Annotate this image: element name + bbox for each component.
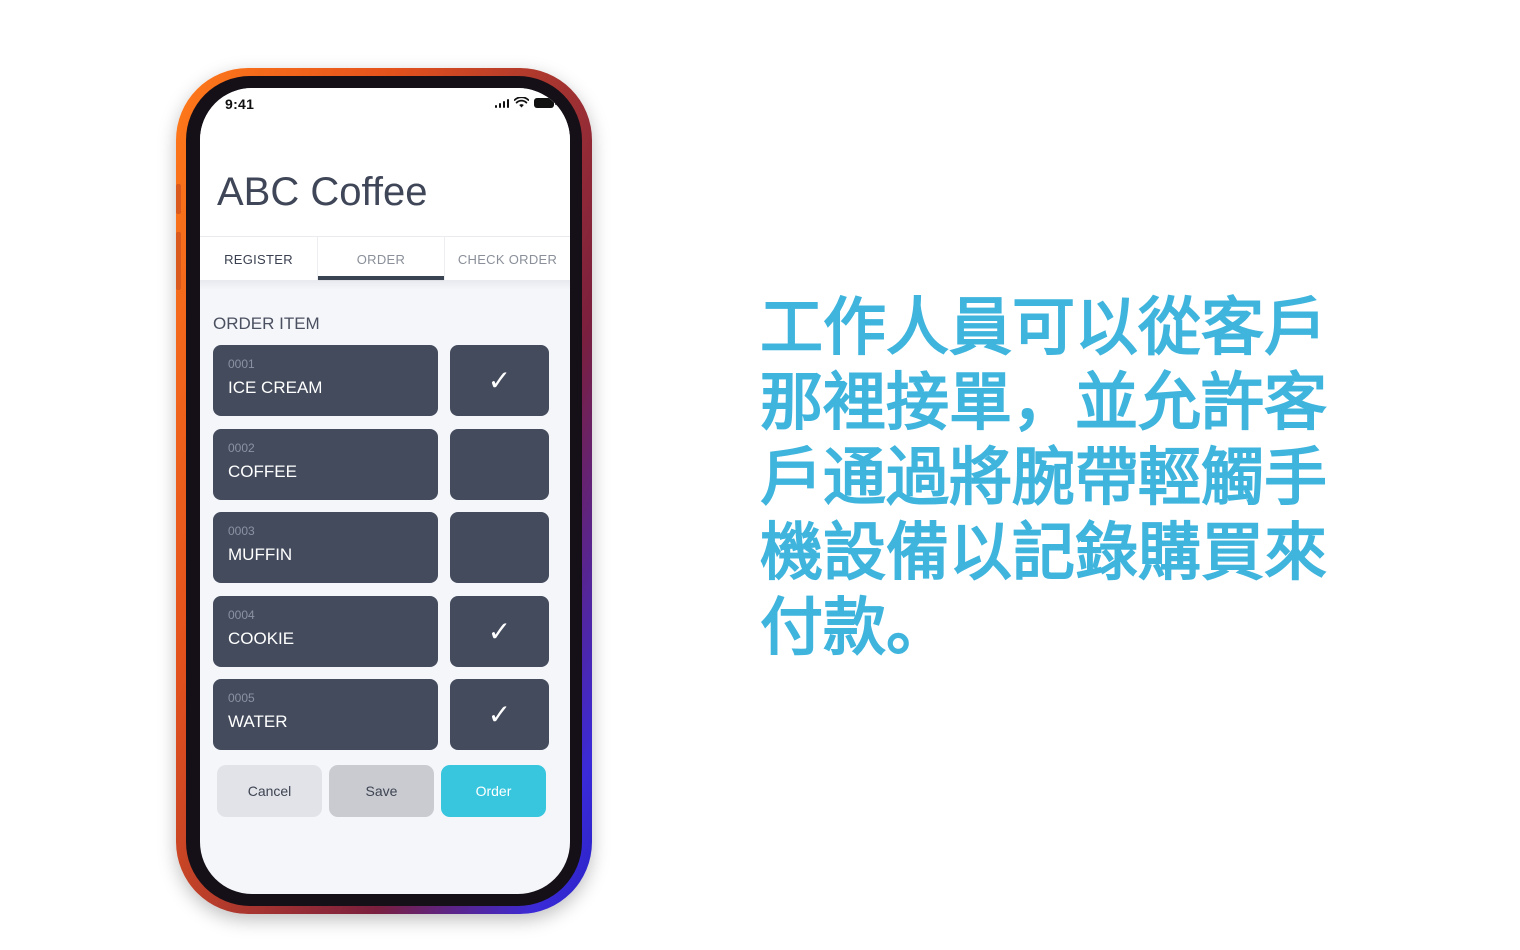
save-button[interactable]: Save — [329, 765, 434, 817]
item-code: 0002 — [228, 441, 255, 455]
item-code: 0001 — [228, 357, 255, 371]
item-name: WATER — [228, 712, 288, 731]
item-card[interactable]: 0001 ICE CREAM — [213, 345, 438, 416]
item-checkbox[interactable] — [450, 512, 549, 583]
phone-volume-button — [176, 232, 181, 290]
item-card[interactable]: 0005 WATER — [213, 679, 438, 750]
item-name: MUFFIN — [228, 545, 293, 564]
item-checkbox[interactable] — [450, 429, 549, 500]
item-name: COFFEE — [228, 462, 297, 481]
signal-icon — [494, 98, 509, 108]
item-card[interactable]: 0004 COOKIE — [213, 596, 438, 667]
item-code: 0004 — [228, 608, 255, 622]
item-checkbox[interactable]: ✓ — [450, 345, 549, 416]
item-card[interactable]: 0003 MUFFIN — [213, 512, 438, 583]
tab-register[interactable]: REGISTER — [200, 237, 318, 281]
item-name: COOKIE — [228, 629, 295, 648]
caption-text: 工作人員可以從客戶那裡接單，並允許客戶通過將腕帶輕觸手機設備以記錄購買來付款。 — [760, 291, 1327, 664]
order-button[interactable]: Order — [441, 765, 546, 817]
battery-icon — [534, 97, 557, 108]
list-item: 0001 ICE CREAM ✓ — [213, 345, 549, 416]
tab-bar-shadow — [200, 280, 570, 290]
item-card[interactable]: 0002 COFFEE — [213, 429, 438, 500]
section-label: ORDER ITEM — [213, 314, 320, 333]
item-checkbox[interactable]: ✓ — [450, 679, 549, 750]
tab-bar: REGISTER ORDER CHECK ORDER — [200, 236, 570, 281]
item-code: 0005 — [228, 691, 255, 705]
item-name: ICE CREAM — [228, 378, 323, 397]
status-icons — [494, 97, 557, 108]
phone-side-button — [176, 184, 181, 214]
list-item: 0003 MUFFIN — [213, 512, 549, 583]
status-time: 9:41 — [225, 96, 255, 112]
wifi-icon — [514, 97, 529, 108]
list-item: 0004 COOKIE ✓ — [213, 596, 549, 667]
list-item: 0005 WATER ✓ — [213, 679, 549, 750]
app-title: ABC Coffee — [217, 170, 428, 214]
list-item: 0002 COFFEE — [213, 429, 549, 500]
tab-order-label: ORDER — [356, 251, 406, 267]
item-code: 0003 — [228, 524, 255, 538]
tab-order[interactable]: ORDER — [318, 237, 445, 281]
phone-screen: 9:41 ABC Coffee REGISTER ORDER CHECK ORD… — [200, 88, 570, 894]
stage: 9:41 ABC Coffee REGISTER ORDER CHECK ORD… — [0, 0, 1520, 950]
tab-check-order[interactable]: CHECK ORDER — [445, 237, 570, 281]
item-checkbox[interactable]: ✓ — [450, 596, 549, 667]
cancel-button[interactable]: Cancel — [217, 765, 322, 817]
